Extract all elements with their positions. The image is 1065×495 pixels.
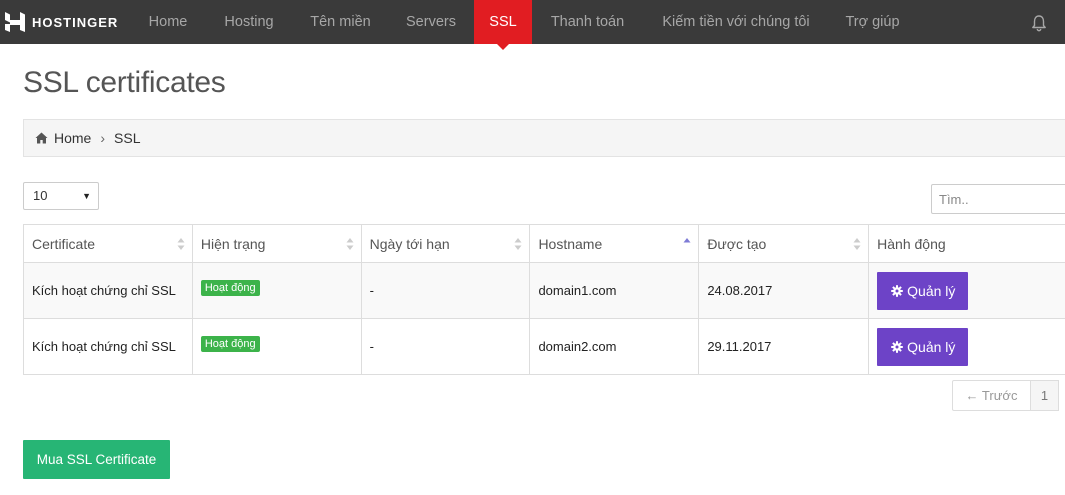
- nav-item-domains[interactable]: Tên miền: [295, 0, 386, 44]
- cell-action: Quản lý: [868, 262, 1065, 319]
- nav-item-billing[interactable]: Thanh toán: [535, 0, 640, 44]
- cell-action: Quản lý: [868, 318, 1065, 375]
- nav-item-home[interactable]: Home: [131, 0, 205, 44]
- bell-icon[interactable]: [1030, 14, 1048, 32]
- breadcrumb: Home › SSL: [23, 119, 1065, 157]
- nav-item-help[interactable]: Trợ giúp: [832, 0, 913, 44]
- column-header-hostname[interactable]: Hostname: [529, 224, 700, 263]
- sort-icon: [853, 238, 861, 250]
- manage-button[interactable]: Quản lý: [877, 271, 969, 310]
- nav-item-servers[interactable]: Servers: [391, 0, 471, 44]
- table-row: Kích hoạt chứng chỉ SSL Hoạt động - doma…: [23, 318, 1065, 375]
- search-input[interactable]: [931, 184, 1065, 214]
- page-length-select[interactable]: 10 ▼: [23, 182, 99, 210]
- page-length-value: 10: [33, 188, 48, 203]
- brand-name: HOSTINGER: [32, 14, 119, 30]
- table-header-row: Certificate Hiện trạng Ngày tới hạn Host…: [23, 224, 1065, 263]
- cell-hostname: domain1.com: [529, 262, 700, 319]
- breadcrumb-home-link[interactable]: Home: [54, 130, 91, 146]
- cell-created: 24.08.2017: [698, 262, 870, 319]
- column-header-action: Hành động: [868, 224, 1065, 263]
- cell-status: Hoạt động: [191, 318, 362, 375]
- manage-button-label: Quản lý: [907, 338, 956, 355]
- cell-certificate: Kích hoạt chứng chỉ SSL: [23, 318, 193, 375]
- pagination: ← Trước 1: [952, 380, 1059, 411]
- brand[interactable]: HOSTINGER: [4, 0, 118, 44]
- breadcrumb-separator: ›: [100, 130, 106, 146]
- buy-ssl-button[interactable]: Mua SSL Certificate: [23, 440, 170, 479]
- pagination-page-1[interactable]: 1: [1031, 380, 1059, 411]
- cell-status: Hoạt động: [191, 262, 362, 319]
- status-badge: Hoạt động: [200, 336, 260, 352]
- status-badge: Hoạt động: [200, 280, 260, 296]
- cell-created: 29.11.2017: [698, 318, 870, 375]
- home-icon: [35, 132, 48, 144]
- manage-button-label: Quản lý: [907, 282, 956, 299]
- header-label: Hành động: [877, 235, 946, 252]
- hostinger-logo-icon: [5, 12, 25, 32]
- gear-icon: [891, 340, 903, 353]
- column-header-certificate[interactable]: Certificate: [23, 224, 193, 263]
- cell-hostname: domain2.com: [529, 318, 700, 375]
- header-label: Certificate: [32, 235, 96, 252]
- nav-item-hosting[interactable]: Hosting: [209, 0, 289, 44]
- column-header-expiry[interactable]: Ngày tới hạn: [360, 224, 531, 263]
- cell-expiry: -: [360, 318, 531, 375]
- gear-icon: [891, 284, 903, 297]
- caret-down-icon: ▼: [82, 191, 91, 201]
- header-label: Ngày tới hạn: [369, 235, 450, 252]
- cell-certificate: Kích hoạt chứng chỉ SSL: [23, 262, 193, 319]
- sort-icon: [514, 238, 522, 250]
- page-title: SSL certificates: [23, 66, 226, 99]
- header-label: Được tạo: [707, 235, 767, 252]
- pagination-prev-button[interactable]: ← Trước: [952, 380, 1031, 411]
- ssl-table: Certificate Hiện trạng Ngày tới hạn Host…: [23, 224, 1065, 375]
- sort-icon: [346, 238, 354, 250]
- sort-ascending-icon: [683, 238, 691, 243]
- sort-icon: [177, 238, 185, 250]
- column-header-status[interactable]: Hiện trạng: [191, 224, 362, 263]
- top-navbar: HOSTINGER Home Hosting Tên miền Servers …: [0, 0, 1065, 50]
- column-header-created[interactable]: Được tạo: [698, 224, 870, 263]
- nav-item-affiliate[interactable]: Kiếm tiền với chúng tôi: [645, 0, 827, 44]
- cell-expiry: -: [360, 262, 531, 319]
- breadcrumb-current: SSL: [114, 130, 141, 146]
- nav-item-ssl[interactable]: SSL: [474, 0, 532, 50]
- table-row: Kích hoạt chứng chỉ SSL Hoạt động - doma…: [23, 262, 1065, 319]
- header-label: Hiện trạng: [200, 235, 266, 252]
- manage-button[interactable]: Quản lý: [877, 327, 969, 366]
- header-label: Hostname: [538, 235, 603, 252]
